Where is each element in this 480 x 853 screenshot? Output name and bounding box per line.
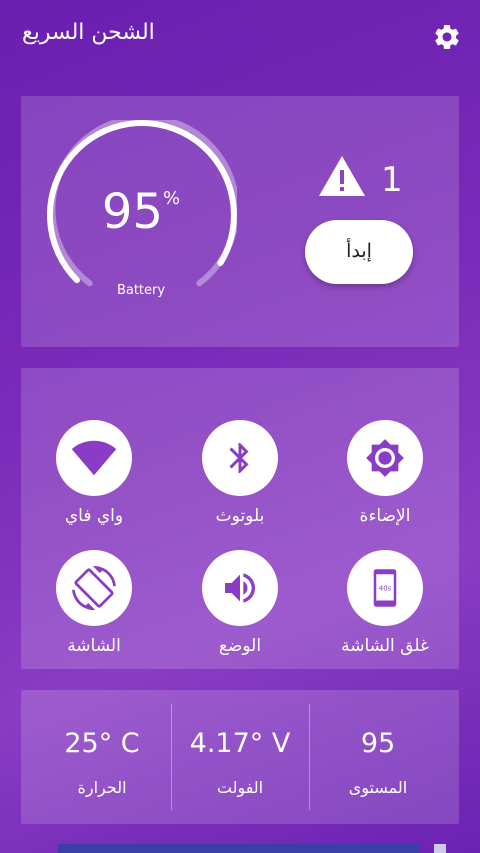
toggle-label: واي فاي [64, 506, 124, 526]
screen-timeout-button[interactable]: 40s [347, 550, 423, 626]
warning-icon [319, 156, 365, 196]
stat-level: 95 المستوى [305, 690, 451, 824]
stat-temperature: 25° C الحرارة [29, 690, 175, 824]
stat-label: الحرارة [77, 778, 127, 797]
start-button[interactable]: إبدأ [305, 220, 413, 284]
battery-percent-value: 95 [101, 184, 163, 240]
screen-rotation-button[interactable] [56, 550, 132, 626]
ad-banner-edge [434, 844, 446, 853]
app-title: الشحن السريع [22, 20, 155, 45]
toggle-label: الإضاءة [359, 506, 411, 526]
toggle-label: الوضع [218, 636, 262, 656]
brightness-icon [366, 439, 404, 477]
battery-percent-sign: % [162, 188, 181, 209]
battery-percent: 95% [91, 184, 191, 240]
toggle-label: غلق الشاشة [341, 636, 429, 656]
bluetooth-icon [229, 443, 249, 473]
stat-label: الفولت [216, 778, 264, 797]
toggle-label: بلوتوث [215, 506, 265, 526]
toggle-bluetooth[interactable]: بلوتوث [180, 420, 300, 526]
toggle-screen-rotation[interactable]: الشاشة [34, 550, 154, 656]
screen-timeout-text: 40s [379, 585, 392, 593]
toggle-brightness[interactable]: الإضاءة [325, 420, 445, 526]
stat-value: 4.17° V [189, 728, 291, 759]
toggles-card: الإضاءة بلوتوث واي فاي 40s غلق الشاشة ال… [21, 368, 459, 669]
volume-icon [225, 573, 255, 603]
wifi-icon [71, 440, 117, 476]
gear-icon [435, 24, 459, 49]
brightness-button[interactable] [347, 420, 423, 496]
toggle-wifi[interactable]: واي فاي [34, 420, 154, 526]
warning-count: 1 [381, 160, 403, 200]
wifi-button[interactable] [56, 420, 132, 496]
toggle-sound-mode[interactable]: الوضع [180, 550, 300, 656]
toggle-label: الشاشة [67, 636, 121, 656]
stat-label: المستوى [348, 778, 408, 797]
stat-voltage: 4.17° V الفولت [167, 690, 313, 824]
sound-mode-button[interactable] [202, 550, 278, 626]
bluetooth-button[interactable] [202, 420, 278, 496]
settings-button[interactable] [432, 22, 462, 52]
toggle-screen-timeout[interactable]: 40s غلق الشاشة [325, 550, 445, 656]
ad-banner[interactable] [58, 844, 420, 853]
screen-rotation-icon [72, 566, 116, 610]
battery-label: Battery [116, 283, 166, 298]
screen-timeout-icon: 40s [373, 569, 397, 607]
battery-card: 95% Battery 1 إبدأ [21, 96, 459, 347]
stat-value: 95 [360, 728, 396, 759]
stats-card: 95 المستوى 4.17° V الفولت 25° C الحرارة [21, 690, 459, 824]
app-header: الشحن السريع [0, 0, 480, 75]
stat-value: 25° C [64, 728, 140, 759]
